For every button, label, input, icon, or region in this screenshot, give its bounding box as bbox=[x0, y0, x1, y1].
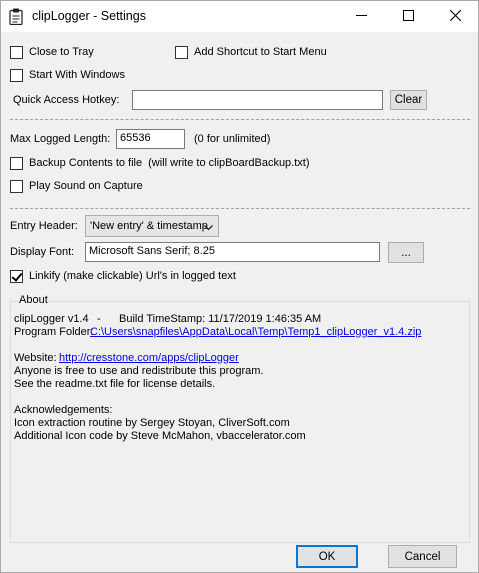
entry-header-label: Entry Header: bbox=[10, 220, 78, 232]
display-font-label: Display Font: bbox=[10, 246, 75, 258]
entry-header-select[interactable]: 'New entry' & timestamp bbox=[85, 215, 219, 237]
checkbox-box[interactable] bbox=[10, 179, 23, 193]
ok-button[interactable]: OK bbox=[296, 545, 358, 568]
max-length-label: Max Logged Length: bbox=[10, 133, 111, 145]
close-to-tray-label: Close to Tray bbox=[29, 46, 94, 58]
window-title: clipLogger - Settings bbox=[32, 9, 146, 23]
hotkey-input[interactable] bbox=[132, 90, 383, 110]
separator bbox=[10, 208, 470, 209]
chevron-down-icon bbox=[204, 222, 213, 234]
license-text: See the readme.txt file for license deta… bbox=[14, 378, 216, 390]
start-with-windows-checkbox[interactable]: Start With Windows bbox=[10, 67, 125, 83]
max-length-input[interactable]: 65536 bbox=[116, 129, 185, 149]
display-font-input[interactable]: Microsoft Sans Serif; 8.25 bbox=[85, 242, 380, 262]
checkbox-box[interactable] bbox=[175, 45, 188, 59]
linkify-checkbox[interactable]: Linkify (make clickable) Url's in logged… bbox=[10, 268, 236, 284]
minimize-button[interactable] bbox=[338, 1, 384, 32]
about-group-title: About bbox=[18, 294, 49, 306]
browse-font-button[interactable]: ... bbox=[388, 242, 424, 263]
website-link[interactable]: http://cresstone.com/apps/clipLogger bbox=[59, 352, 239, 364]
acknowledgements-title: Acknowledgements: bbox=[14, 404, 113, 416]
add-shortcut-label: Add Shortcut to Start Menu bbox=[194, 46, 327, 58]
version-dash: - bbox=[97, 313, 101, 325]
acknowledgement-1: Icon extraction routine by Sergey Stoyan… bbox=[14, 417, 290, 429]
program-folder-label: Program Folder: bbox=[14, 326, 94, 338]
play-sound-checkbox[interactable]: Play Sound on Capture bbox=[10, 178, 143, 194]
minimize-icon bbox=[355, 10, 367, 24]
play-sound-label: Play Sound on Capture bbox=[29, 180, 143, 192]
build-timestamp: Build TimeStamp: 11/17/2019 1:46:35 AM bbox=[119, 313, 322, 325]
maximize-icon bbox=[402, 9, 414, 24]
backup-checkbox[interactable]: Backup Contents to file (will write to c… bbox=[10, 155, 310, 171]
separator bbox=[10, 119, 470, 120]
website-label: Website: bbox=[14, 352, 57, 364]
close-to-tray-checkbox[interactable]: Close to Tray bbox=[10, 44, 94, 60]
program-folder-link[interactable]: C:\Users\snapfiles\AppData\Local\Temp\Te… bbox=[90, 326, 421, 338]
free-use-text: Anyone is free to use and redistribute t… bbox=[14, 365, 264, 377]
add-shortcut-checkbox[interactable]: Add Shortcut to Start Menu bbox=[175, 44, 327, 60]
cancel-button[interactable]: Cancel bbox=[388, 545, 457, 568]
acknowledgement-2: Additional Icon code by Steve McMahon, v… bbox=[14, 430, 306, 442]
title-bar[interactable]: clipLogger - Settings bbox=[1, 1, 478, 32]
start-with-windows-label: Start With Windows bbox=[29, 69, 125, 81]
version-text: clipLogger v1.4 bbox=[14, 313, 89, 325]
checkbox-box[interactable] bbox=[10, 68, 23, 82]
close-icon bbox=[449, 9, 461, 24]
settings-window: clipLogger - Settings Close to Tray Add … bbox=[0, 0, 479, 573]
entry-header-value: 'New entry' & timestamp bbox=[90, 220, 208, 232]
about-group: clipLogger v1.4 - Build TimeStamp: 11/17… bbox=[10, 301, 470, 543]
linkify-label: Linkify (make clickable) Url's in logged… bbox=[29, 270, 236, 282]
clipboard-icon bbox=[9, 8, 23, 26]
backup-hint: (will write to clipBoardBackup.txt) bbox=[148, 157, 310, 169]
hotkey-label: Quick Access Hotkey: bbox=[13, 94, 120, 106]
max-length-hint: (0 for unlimited) bbox=[194, 133, 271, 145]
checkbox-box[interactable] bbox=[10, 156, 23, 170]
close-button[interactable] bbox=[432, 1, 478, 32]
checkbox-box[interactable] bbox=[10, 45, 23, 59]
maximize-button[interactable] bbox=[385, 1, 431, 32]
checkbox-box-checked[interactable] bbox=[10, 269, 23, 283]
clear-button[interactable]: Clear bbox=[390, 90, 427, 110]
backup-label: Backup Contents to file bbox=[29, 157, 143, 169]
